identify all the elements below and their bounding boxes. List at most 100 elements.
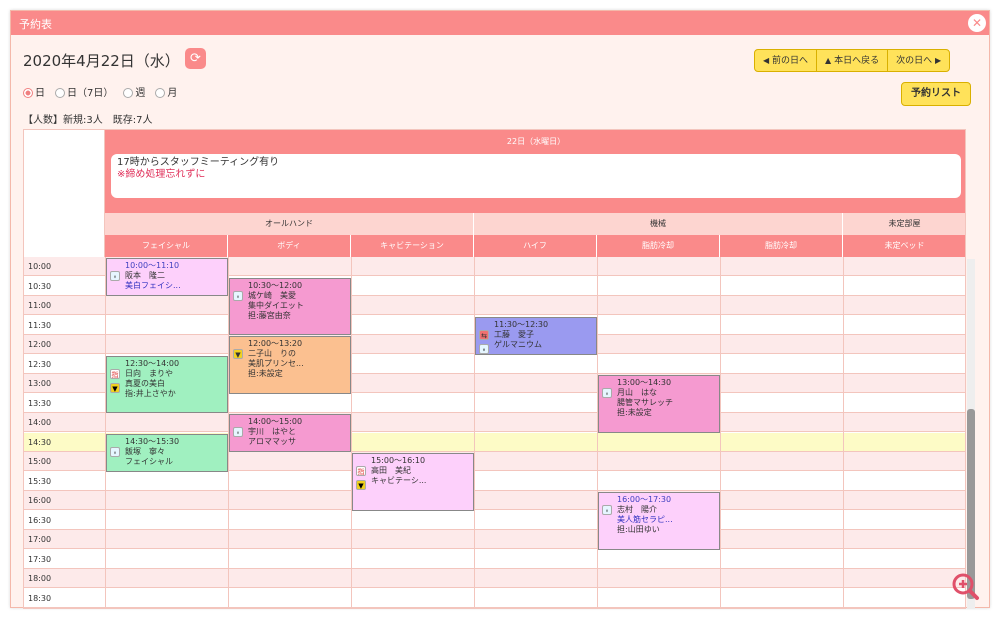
prev-day-label: 前の日へ	[772, 56, 809, 66]
reservation-time: 14:30〜15:30	[125, 436, 180, 446]
column-header[interactable]: キャビテーション	[351, 235, 474, 257]
view-option-0[interactable]: 日	[23, 84, 45, 99]
time-label: 14:30	[28, 437, 52, 447]
time-row[interactable]: 11:00	[24, 296, 965, 315]
service-name: 美人筋セラピ...	[617, 515, 673, 524]
beginner-icon: ▼	[356, 480, 366, 490]
view-option-1[interactable]: 日（7日）	[55, 84, 113, 99]
memo-line-2: ※締め処理忘れずに	[117, 169, 206, 180]
time-label: 10:30	[28, 281, 52, 291]
memo-line-1: 17時からスタッフミーティング有り	[117, 157, 280, 168]
next-day-button[interactable]: 次の日へ ▶	[888, 50, 949, 71]
reservation-list-button[interactable]: 予約リスト	[901, 82, 971, 106]
time-label: 14:00	[28, 418, 52, 427]
time-label: 10:00	[28, 262, 52, 271]
day-memo[interactable]: 17時からスタッフミーティング有り ※締め処理忘れずに	[111, 154, 961, 198]
column-header[interactable]: 未定ベッド	[843, 235, 965, 257]
view-option-2[interactable]: 週	[123, 84, 145, 99]
customer-name: 城ケ崎 美愛	[248, 290, 296, 300]
radio-3[interactable]	[155, 88, 166, 98]
time-row[interactable]: 17:00	[24, 530, 965, 549]
time-label: 15:00	[28, 457, 52, 466]
service-name: 腸管マサレッチ	[617, 398, 673, 407]
staff-name: 担:未設定	[617, 408, 652, 417]
beginner-icon: ▼	[110, 382, 120, 393]
column-header[interactable]: フェイシャル	[105, 235, 228, 257]
view-option-3[interactable]: 月	[155, 84, 177, 99]
customer-name: 志村 陽介	[617, 505, 657, 514]
service-name: ゲルマニウム	[494, 339, 542, 349]
title-bar: 予約表 ✕	[11, 11, 989, 35]
today-button[interactable]: ▲ 本日へ戻る	[817, 50, 889, 71]
time-row[interactable]: 16:00	[24, 491, 965, 510]
prev-day-button[interactable]: ◀ 前の日へ	[755, 50, 818, 71]
radio-1[interactable]	[55, 88, 65, 98]
staff-name: 指:井上さやか	[125, 388, 176, 398]
view-option-label: 日	[35, 88, 45, 99]
view-option-label: 週	[135, 88, 146, 99]
reservation-card[interactable]: 指 ▼ 12:30〜14:00 日向 まりや 真夏の美白 指:井上さやか	[106, 355, 228, 413]
zoom-in-icon[interactable]	[950, 571, 980, 601]
time-row[interactable]: 15:30	[24, 471, 965, 491]
user-icon: ⍤	[110, 271, 120, 281]
date-title: 2020年4月22日（水）	[23, 52, 180, 70]
reservation-card[interactable]: ⍤ 16:00〜17:30 志村 陽介 美人筋セラピ... 担:山田ゆい	[598, 492, 720, 550]
column-header[interactable]: 脂肪冷却	[720, 235, 843, 257]
reservation-time: 11:30〜12:30	[494, 319, 549, 329]
designated-icon: 指	[356, 466, 366, 476]
service-name: 美白フェイシ...	[125, 281, 181, 290]
view-option-label: 月	[167, 88, 178, 99]
staff-name: 担:山田ゆい	[617, 525, 660, 534]
time-row[interactable]: 14:00	[24, 413, 965, 432]
time-label: 17:30	[28, 554, 52, 564]
time-row[interactable]: 16:30	[24, 510, 965, 530]
time-row[interactable]: 18:00	[24, 569, 965, 588]
reservation-card[interactable]: ⇆ ⍤ 11:30〜12:30 工藤 愛子 ゲルマニウム	[475, 316, 597, 355]
time-row[interactable]: 17:30	[24, 549, 965, 569]
reservation-card[interactable]: ⍤ 14:30〜15:30 飯塚 寧々 フェイシャル	[106, 433, 228, 472]
time-header-cell	[24, 130, 105, 257]
column-divider	[474, 257, 475, 608]
radio-2[interactable]	[123, 88, 134, 98]
reservation-time: 10:00〜11:10	[125, 261, 180, 270]
time-label: 18:00	[28, 574, 52, 583]
reservation-time: 12:30〜14:00	[125, 358, 180, 368]
designated-icon: 指	[110, 368, 120, 379]
vertical-scrollbar[interactable]	[967, 259, 975, 609]
column-header[interactable]: ボディ	[228, 235, 351, 257]
reservation-time: 16:00〜17:30	[617, 495, 672, 504]
customer-name: 阪本 隆二	[125, 271, 165, 280]
user-icon: ⍤	[233, 290, 243, 301]
column-header[interactable]: ハイフ	[474, 235, 597, 257]
time-label: 13:30	[28, 398, 52, 408]
service-name: フェイシャル	[125, 456, 173, 466]
window-title: 予約表	[19, 18, 52, 31]
visitor-counts: 【人数】新規:3人 既存:7人	[23, 115, 153, 126]
reservation-card[interactable]: ▼ 12:00〜13:20 二子山 りの 美肌プリンセ... 担:未設定	[229, 336, 351, 394]
column-divider	[351, 257, 352, 608]
time-row[interactable]: 18:30	[24, 588, 965, 608]
close-icon[interactable]: ✕	[968, 14, 986, 32]
reservation-card[interactable]: ⍤ 13:00〜14:30 月山 はな 腸管マサレッチ 担:未設定	[598, 375, 720, 433]
day-navigation: ◀ 前の日へ ▲ 本日へ戻る 次の日へ ▶	[754, 49, 951, 72]
view-option-label: 日（7日）	[67, 88, 114, 99]
user-icon: ⍤	[233, 427, 243, 437]
reservation-card[interactable]: 指 ▼ 15:00〜16:10 高田 美紀 キャビテーシ...	[352, 453, 474, 511]
customer-name: 日向 まりや	[125, 368, 173, 378]
arrow-up-icon: ▲	[825, 56, 832, 65]
column-divider	[720, 257, 721, 608]
service-name: 集中ダイエット	[248, 300, 304, 310]
reservation-time: 15:00〜16:10	[371, 456, 426, 465]
refresh-icon[interactable]: ⟳	[185, 48, 206, 69]
reservation-card[interactable]: ⍤ 10:30〜12:00 城ケ崎 美愛 集中ダイエット 担:藤宮由奈	[229, 277, 351, 335]
customer-name: 二子山 りの	[248, 349, 296, 358]
arrow-left-icon: ◀	[763, 56, 770, 65]
reservation-card[interactable]: ⍤ 10:00〜11:10 阪本 隆二 美白フェイシ...	[106, 258, 228, 296]
day-header: 22日（水曜日） 17時からスタッフミーティング有り ※締め処理忘れずに	[105, 130, 965, 213]
today-label: 本日へ戻る	[834, 56, 880, 66]
radio-0[interactable]	[23, 88, 33, 98]
column-header[interactable]: 脂肪冷却	[597, 235, 720, 257]
reservation-card[interactable]: ⍤ 14:00〜15:00 宇川 はやと アロママッサ	[229, 414, 351, 452]
schedule-grid: 22日（水曜日） 17時からスタッフミーティング有り ※締め処理忘れずに オール…	[23, 129, 966, 609]
column-divider	[843, 257, 844, 608]
